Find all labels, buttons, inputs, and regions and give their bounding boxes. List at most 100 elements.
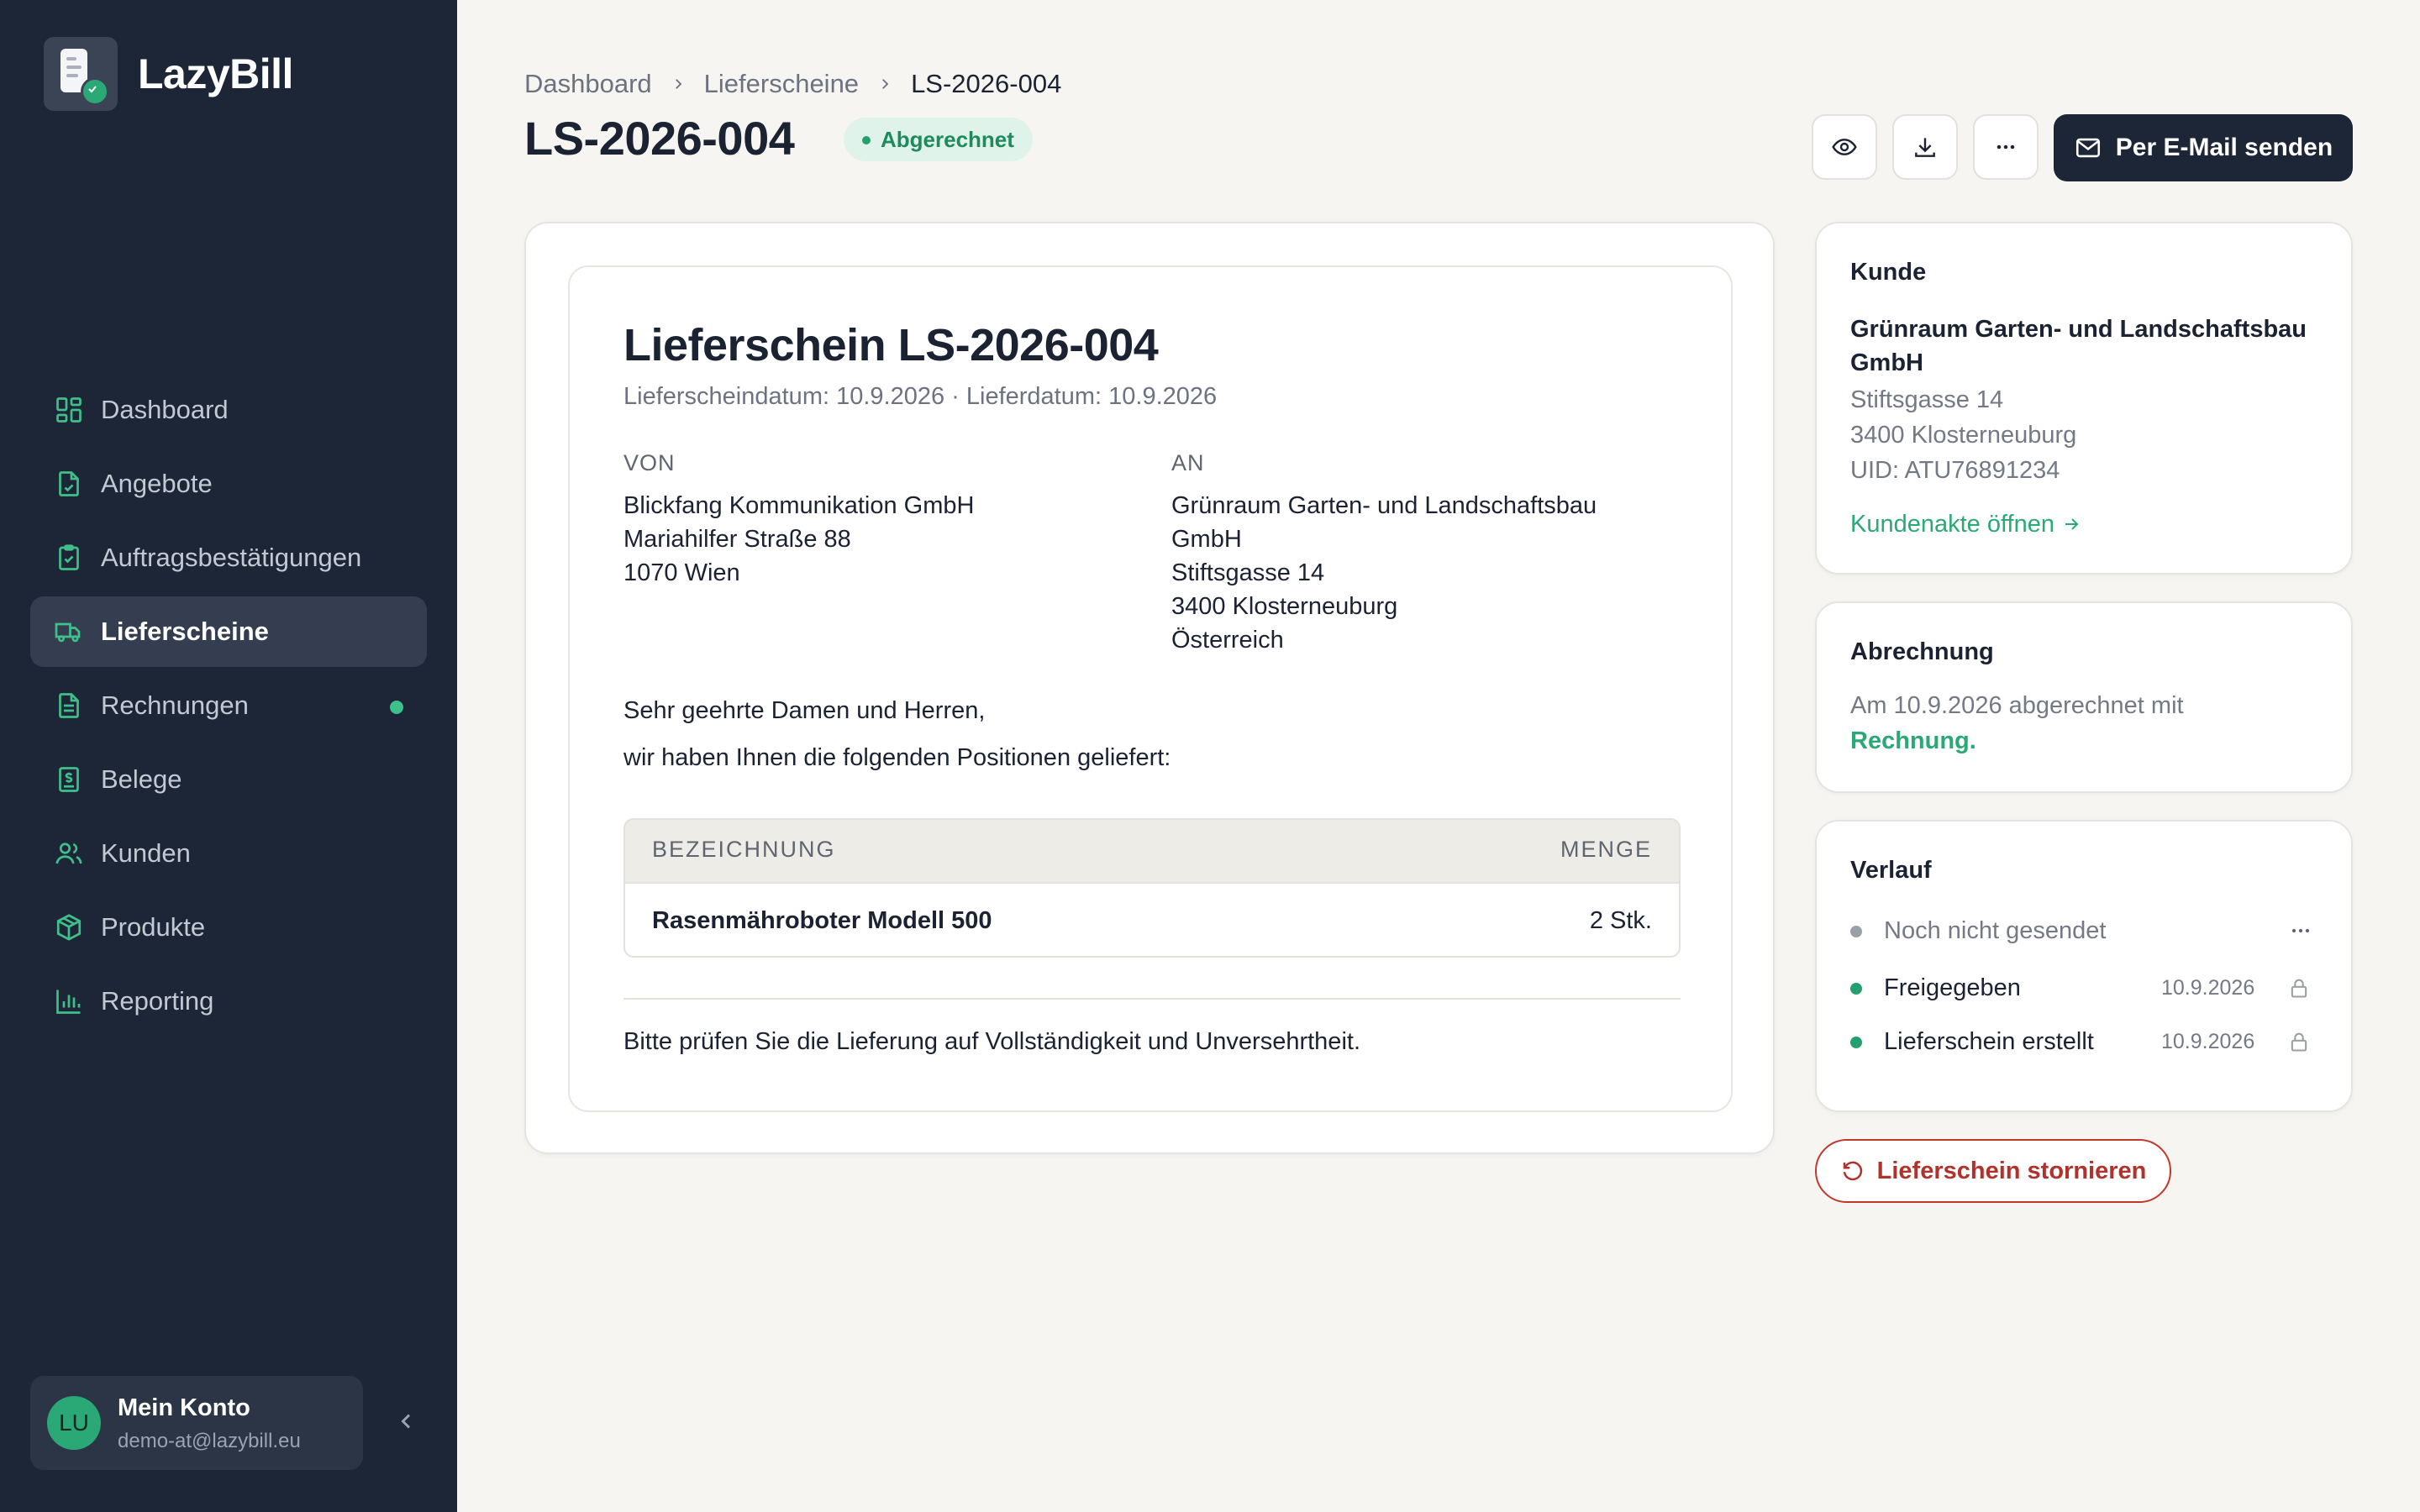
address-line: Blickfang Kommunikation GmbH [623, 492, 975, 519]
column-header-bezeichnung: BEZEICHNUNG [652, 837, 836, 862]
sidebar-item-produkte[interactable]: Produkte [30, 892, 427, 963]
customer-name: Grünraum Garten- und Landschaftsbau GmbH [1850, 316, 2307, 376]
sidebar-item-label: Rechnungen [101, 690, 249, 720]
card-title: Kunde [1850, 259, 1927, 286]
sidebar-item-label: Belege [101, 764, 182, 794]
document-title: Lieferschein LS-2026-004 [623, 320, 1159, 370]
breadcrumb-dashboard[interactable]: Dashboard [524, 69, 652, 99]
truck-icon [55, 622, 81, 643]
send-email-label: Per E-Mail senden [2115, 134, 2333, 161]
status-dot [1850, 983, 1862, 995]
send-email-button[interactable]: Per E-Mail senden [2054, 114, 2353, 181]
receipt-icon [59, 767, 79, 792]
address-line: Mariahilfer Straße 88 [623, 526, 851, 553]
item-name: Rasenmähroboter Modell 500 [652, 907, 992, 934]
users-icon [55, 843, 82, 864]
account-name: Mein Konto [118, 1394, 250, 1421]
from-label: VON [623, 450, 676, 475]
chevron-right-icon [882, 79, 889, 89]
sidebar-item-label: Reporting [101, 986, 214, 1016]
quote-document-icon [59, 471, 79, 496]
sender-address: Blickfang Kommunikation GmbH Mariahilfer… [623, 489, 1094, 590]
sidebar-item-lieferscheine[interactable]: Lieferscheine [30, 596, 427, 667]
account-menu[interactable]: LU Mein Konto demo-at@lazybill.eu [30, 1376, 363, 1470]
billing-card: Abrechnung Am 10.9.2026 abgerechnet mit … [1815, 601, 2353, 793]
brand[interactable]: LazyBill [44, 37, 293, 111]
undo-icon [1843, 1161, 1862, 1181]
card-title: Abrechnung [1850, 638, 1994, 665]
divider [623, 998, 1681, 1000]
sidebar-item-rechnungen[interactable]: Rechnungen [30, 670, 427, 741]
history-date: 10.9.2026 [2161, 976, 2255, 1000]
breadcrumb: Dashboard Lieferscheine LS-2026-004 [524, 69, 1061, 99]
sidebar: LazyBill Dashboard Angebote Auftragsbest… [0, 0, 457, 1512]
status-dot [1850, 926, 1862, 937]
cancel-label: Lieferschein stornieren [1876, 1157, 2147, 1184]
sidebar-item-auftragsbestaetigungen[interactable]: Auftragsbestätigungen [30, 522, 427, 593]
address-line: Grünraum Garten- und Landschaftsbau [1171, 492, 1597, 519]
invoice-link[interactable]: Rechnung. [1850, 727, 1976, 755]
notification-dot [390, 701, 403, 714]
page-title: LS-2026-004 [524, 112, 795, 165]
sidebar-item-label: Kunden [101, 838, 191, 868]
history-date: 10.9.2026 [2161, 1030, 2255, 1053]
package-icon [56, 914, 82, 941]
footnote: Bitte prüfen Sie die Lieferung auf Volls… [623, 1028, 1360, 1055]
more-actions-button[interactable] [1973, 114, 2039, 180]
download-icon [1915, 138, 1935, 157]
greeting: Sehr geehrte Damen und Herren, [623, 697, 986, 724]
lock-icon [2291, 979, 2307, 998]
open-customer-label: Kundenakte öffnen [1850, 511, 2054, 538]
mail-icon [2075, 138, 2100, 158]
lock-icon [2291, 1032, 2307, 1052]
history-label: Lieferschein erstellt [1884, 1028, 2094, 1055]
history-label: Noch nicht gesendet [1884, 917, 2107, 944]
cancel-delivery-note-button[interactable]: Lieferschein stornieren [1815, 1139, 2171, 1203]
chevron-right-icon [675, 79, 681, 89]
sidebar-item-label: Angebote [101, 469, 213, 498]
intro-text: wir haben Ihnen die folgenden Positionen… [623, 744, 1171, 771]
avatar: LU [47, 1396, 101, 1450]
dashboard-icon [56, 397, 82, 423]
sidebar-item-label: Auftragsbestätigungen [101, 543, 362, 572]
sidebar-item-reporting[interactable]: Reporting [30, 966, 427, 1037]
status-dot [1850, 1037, 1862, 1048]
history-entry: Noch nicht gesendet [1850, 914, 2329, 948]
collapse-sidebar-chevron-left-icon[interactable] [392, 1406, 422, 1436]
address-line: 3400 Klosterneuburg [1171, 593, 1398, 620]
lazybill-logo-icon [44, 37, 118, 111]
table-header: BEZEICHNUNG MENGE [625, 820, 1679, 884]
document-sheet: Lieferschein LS-2026-004 Lieferscheindat… [568, 265, 1733, 1112]
arrow-right-icon [2065, 518, 2079, 530]
clipboard-check-icon [59, 544, 79, 570]
sidebar-item-kunden[interactable]: Kunden [30, 818, 427, 889]
history-entry: Freigegeben 10.9.2026 [1850, 971, 2329, 1005]
address-line: 1070 Wien [623, 559, 740, 586]
more-horizontal-icon [1996, 144, 2015, 150]
recipient-address: Grünraum Garten- und Landschaftsbau GmbH… [1171, 489, 1642, 657]
download-button[interactable] [1892, 114, 1958, 180]
sidebar-item-angebote[interactable]: Angebote [30, 449, 427, 519]
history-label: Freigegeben [1884, 974, 2021, 1001]
sidebar-item-label: Dashboard [101, 395, 229, 424]
column-header-menge: MENGE [1560, 837, 1652, 862]
preview-button[interactable] [1812, 114, 1877, 180]
sidebar-item-dashboard[interactable]: Dashboard [30, 375, 427, 445]
history-entry: Lieferschein erstellt 10.9.2026 [1850, 1025, 2329, 1058]
open-customer-link[interactable]: Kundenakte öffnen [1850, 511, 2081, 538]
sidebar-item-belege[interactable]: Belege [30, 744, 427, 815]
item-quantity: 2 Stk. [1589, 907, 1652, 934]
bar-chart-icon [56, 990, 81, 1014]
customer-city: 3400 Klosterneuburg [1850, 422, 2077, 449]
account-email: demo-at@lazybill.eu [118, 1430, 301, 1452]
breadcrumb-lieferscheine[interactable]: Lieferscheine [704, 69, 859, 99]
items-table: BEZEICHNUNG MENGE Rasenmähroboter Modell… [623, 818, 1681, 958]
customer-uid: UID: ATU76891234 [1850, 457, 2060, 484]
to-label: AN [1171, 450, 1205, 475]
eye-icon [1832, 139, 1857, 155]
more-horizontal-icon[interactable] [2287, 917, 2314, 944]
breadcrumb-current: LS-2026-004 [911, 69, 1062, 98]
history-card: Verlauf Noch nicht gesendet Freigegeben … [1815, 820, 2353, 1112]
document-dates: Lieferscheindatum: 10.9.2026 · Lieferdat… [623, 383, 1218, 410]
app-name: LazyBill [138, 50, 293, 97]
